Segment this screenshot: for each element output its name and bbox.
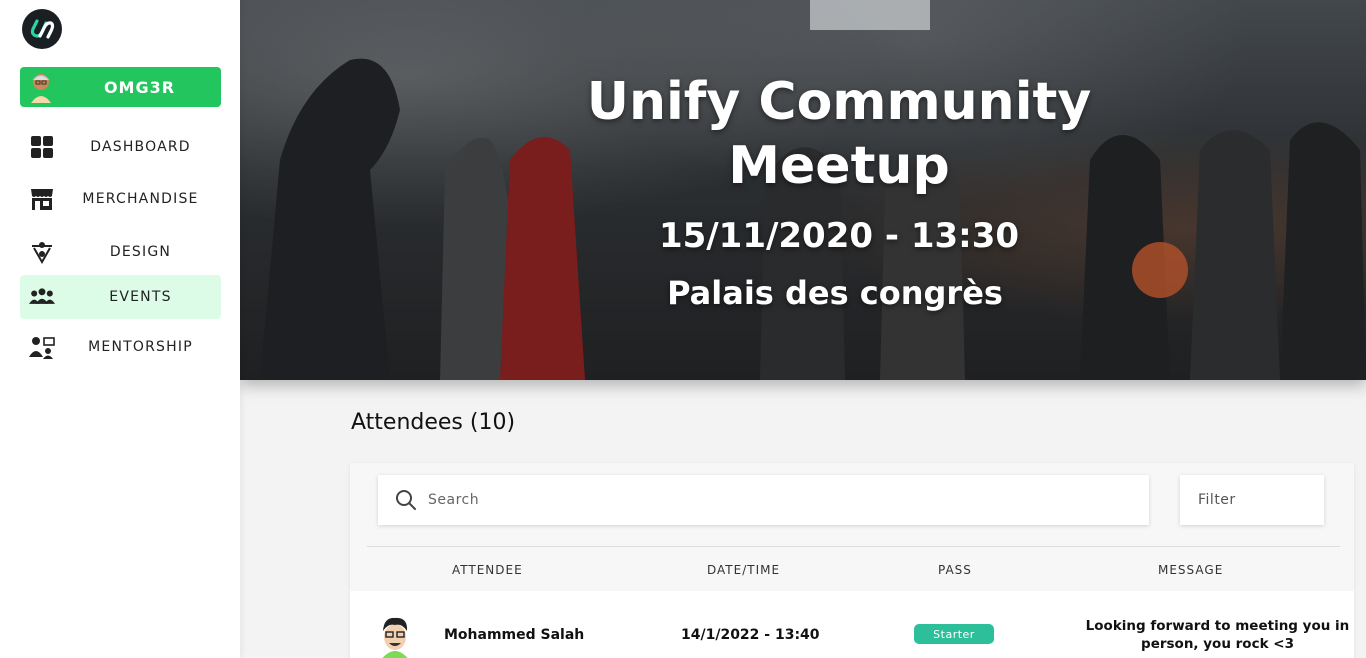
design-icon — [29, 239, 55, 265]
sidebar-item-dashboard[interactable]: DASHBOARD — [20, 125, 221, 169]
event-hero-banner: Unify Community Meetup 15/11/2020 - 13:3… — [240, 0, 1366, 380]
attendees-panel: Filter ATTENDEE DATE/TIME PASS MESSAGE M… — [350, 463, 1354, 658]
search-icon — [396, 490, 416, 510]
search-box[interactable] — [378, 475, 1149, 525]
search-input[interactable] — [428, 492, 1028, 508]
pass-badge: Starter — [914, 624, 994, 644]
event-venue: Palais des congrès — [667, 274, 1003, 312]
divider — [367, 546, 1340, 547]
avatar — [382, 617, 408, 658]
store-icon — [29, 186, 55, 212]
attendee-datetime: 14/1/2022 - 13:40 — [681, 627, 820, 643]
attendees-heading: Attendees (10) — [351, 410, 516, 435]
table-row[interactable]: Mohammed Salah 14/1/2022 - 13:40 Starter… — [350, 591, 1354, 658]
sidebar-item-mentorship[interactable]: MENTORSHIP — [20, 325, 221, 369]
app-logo-icon[interactable] — [22, 9, 62, 49]
column-header-pass[interactable]: PASS — [938, 563, 972, 577]
sidebar-item-events[interactable]: EVENTS — [20, 275, 221, 319]
column-header-datetime[interactable]: DATE/TIME — [707, 563, 780, 577]
column-header-attendee[interactable]: ATTENDEE — [452, 563, 523, 577]
sidebar-item-merchandise[interactable]: MERCHANDISE — [20, 177, 221, 221]
user-profile-button[interactable]: OMG3R — [20, 67, 221, 107]
sidebar: OMG3R DASHBOARD MERCHANDISE DESIGN EVENT… — [0, 0, 240, 658]
table-header: ATTENDEE DATE/TIME PASS MESSAGE — [350, 563, 1354, 587]
event-title: Unify Community Meetup — [586, 72, 1092, 196]
sidebar-item-design[interactable]: DESIGN — [20, 230, 221, 274]
attendee-message: Looking forward to meeting you in person… — [1085, 618, 1350, 652]
filter-button[interactable]: Filter — [1180, 475, 1324, 525]
group-icon — [29, 284, 55, 310]
attendee-name: Mohammed Salah — [444, 627, 585, 643]
user-avatar-icon — [31, 74, 51, 103]
column-header-message[interactable]: MESSAGE — [1158, 563, 1223, 577]
dashboard-icon — [29, 134, 55, 160]
event-datetime: 15/11/2020 - 13:30 — [658, 216, 1020, 256]
mentorship-icon — [29, 334, 55, 360]
